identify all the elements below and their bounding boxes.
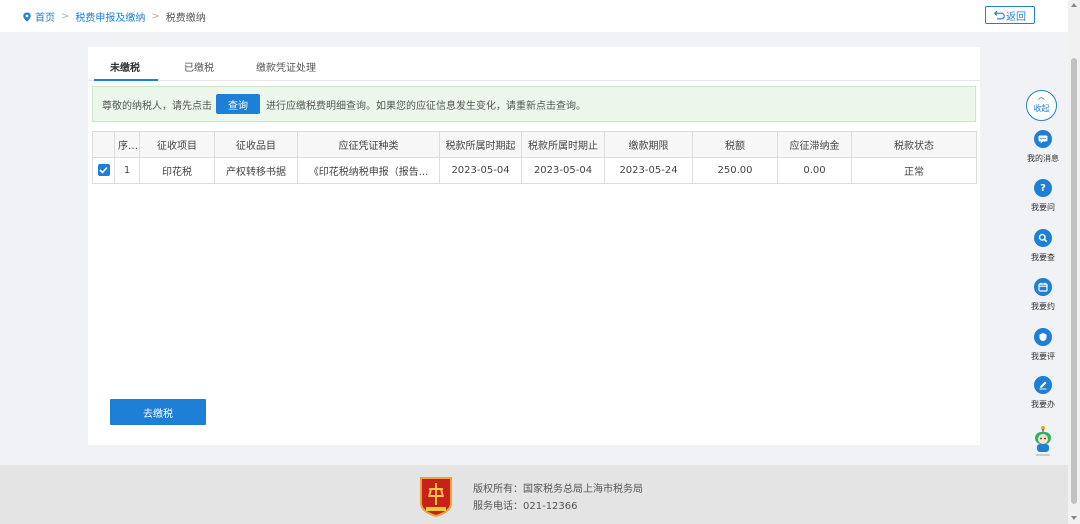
- sidebar-item-ask[interactable]: ? 我要问: [1018, 179, 1068, 213]
- tab-payment-voucher[interactable]: 缴款凭证处理: [256, 59, 316, 74]
- cell-period-end: 2023-05-04: [521, 157, 605, 184]
- notice-prefix: 尊敬的纳税人，请先点击: [102, 100, 212, 112]
- calendar-icon: [1034, 278, 1052, 296]
- sidebar-item-label: 我要评: [1031, 352, 1055, 361]
- tab-unpaid[interactable]: 未缴税: [110, 59, 140, 74]
- chevron-up-icon: ^: [1036, 96, 1047, 105]
- breadcrumb-separator: >: [151, 11, 160, 22]
- header-levy-item: 征收项目: [139, 131, 215, 158]
- footer-text: 版权所有：国家税务总局上海市税务局 服务电话：021-12366: [473, 481, 643, 515]
- return-arrow-icon: [994, 10, 1005, 20]
- tab-bar: 未缴税 已缴税 缴款凭证处理: [88, 47, 980, 81]
- header-late-fee: 应征滞纳金: [777, 131, 852, 158]
- header-voucher-type: 应征凭证种类: [297, 131, 440, 158]
- scrollbar-thumb[interactable]: [1071, 58, 1077, 504]
- search-icon: [1034, 229, 1052, 247]
- table-row[interactable]: 1 印花税 产权转移书据 《印花税纳税申报（报告... 2023-05-04 2…: [92, 157, 977, 184]
- sidebar-item-label: 我要约: [1031, 302, 1055, 311]
- cell-index: 1: [114, 157, 140, 184]
- breadcrumb-current: 税费缴纳: [165, 13, 206, 24]
- cell-tax-amount: 250.00: [692, 157, 778, 184]
- collapse-button[interactable]: ^ 收起: [1026, 90, 1057, 121]
- footer: 版权所有：国家税务总局上海市税务局 服务电话：021-12366: [0, 465, 1068, 524]
- scrollbar[interactable]: [1068, 0, 1080, 524]
- collapse-label: 收起: [1033, 104, 1050, 113]
- cell-levy-item: 印花税: [139, 157, 215, 184]
- sidebar-item-label: 我要问: [1031, 203, 1055, 212]
- table-header-row: 序号 征收项目 征收品目 应征凭证种类 税款所属时期起 税款所属时期止 缴款期限…: [92, 131, 977, 158]
- cell-deadline: 2023-05-24: [604, 157, 693, 184]
- active-tab-indicator: [94, 79, 158, 81]
- breadcrumb-separator: >: [61, 11, 70, 22]
- query-button[interactable]: 查询: [216, 94, 260, 114]
- header-period-end: 税款所属时期止: [521, 131, 605, 158]
- sidebar-item-label: 我的消息: [1027, 154, 1059, 163]
- location-pin-icon: [23, 12, 31, 22]
- notice-suffix: 进行应缴税费明细查询。如果您的应征信息发生变化，请重新点击查询。: [266, 100, 586, 112]
- assistant-mascot-icon[interactable]: [1032, 425, 1054, 459]
- right-sidebar: ^ 收起 我的消息 ? 我要问 我要查 我要约 我要评 我要办: [1018, 0, 1068, 470]
- cell-levy-subitem: 产权转移书据: [214, 157, 298, 184]
- breadcrumb-home-link[interactable]: 首页: [35, 9, 55, 24]
- sidebar-item-search[interactable]: 我要查: [1018, 229, 1068, 263]
- cell-period-start: 2023-05-04: [439, 157, 522, 184]
- tab-paid[interactable]: 已缴税: [184, 59, 214, 74]
- edit-icon: [1034, 376, 1052, 394]
- header-period-start: 税款所属时期起: [439, 131, 522, 158]
- scroll-up-arrow-icon[interactable]: [1071, 3, 1077, 7]
- header-tax-status: 税款状态: [851, 131, 977, 158]
- main-card: 未缴税 已缴税 缴款凭证处理 尊敬的纳税人，请先点击 查询 进行应缴税费明细查询…: [88, 47, 980, 445]
- notice-banner: 尊敬的纳税人，请先点击 查询 进行应缴税费明细查询。如果您的应征信息发生变化，请…: [92, 86, 976, 122]
- tax-bureau-emblem-icon: [420, 477, 452, 517]
- sidebar-item-label: 我要查: [1031, 253, 1055, 262]
- header-levy-subitem: 征收品目: [214, 131, 298, 158]
- pay-tax-button[interactable]: 去缴税: [110, 399, 206, 425]
- breadcrumb-level1-link[interactable]: 税费申报及缴纳: [75, 9, 145, 24]
- message-icon: [1034, 130, 1052, 148]
- row-checkbox[interactable]: [97, 164, 110, 176]
- cell-late-fee: 0.00: [777, 157, 852, 184]
- header-select: [92, 131, 115, 158]
- header-deadline: 缴款期限: [604, 131, 693, 158]
- sidebar-item-appointment[interactable]: 我要约: [1018, 278, 1068, 312]
- sidebar-item-rate[interactable]: 我要评: [1018, 328, 1068, 362]
- scroll-down-arrow-icon[interactable]: [1071, 516, 1077, 520]
- breadcrumb: 首页 > 税费申报及缴纳 > 税费缴纳: [22, 9, 206, 24]
- sidebar-item-handle[interactable]: 我要办: [1018, 376, 1068, 410]
- question-icon: ?: [1034, 179, 1052, 197]
- sidebar-item-messages[interactable]: 我的消息: [1018, 130, 1068, 164]
- tax-table: 序号 征收项目 征收品目 应征凭证种类 税款所属时期起 税款所属时期止 缴款期限…: [92, 131, 977, 184]
- cell-voucher-type: 《印花税纳税申报（报告...: [297, 157, 440, 184]
- header-index: 序号: [114, 131, 140, 158]
- header-tax-amount: 税额: [692, 131, 778, 158]
- footer-phone: 服务电话：021-12366: [473, 501, 578, 512]
- row-select-cell[interactable]: [92, 157, 115, 184]
- checkmark-icon: [99, 166, 108, 174]
- cell-tax-status: 正常: [851, 157, 977, 184]
- top-bar: 首页 > 税费申报及缴纳 > 税费缴纳 返回: [0, 0, 1068, 32]
- rate-icon: [1034, 328, 1052, 346]
- sidebar-item-label: 我要办: [1031, 400, 1055, 409]
- footer-copyright: 版权所有：国家税务总局上海市税务局: [473, 484, 643, 495]
